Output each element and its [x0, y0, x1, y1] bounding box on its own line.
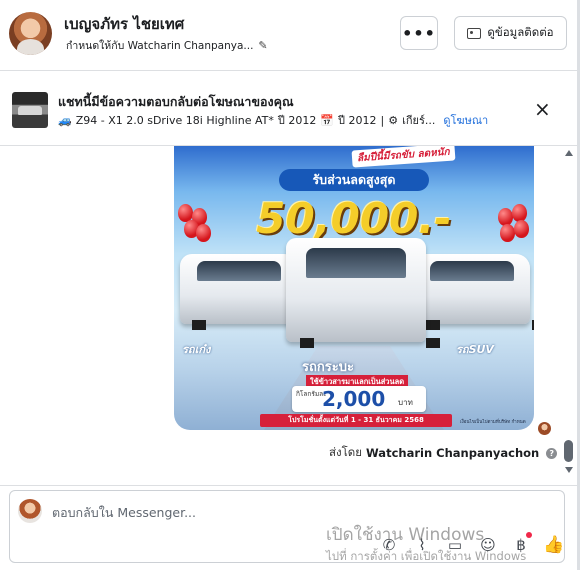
gear-icon: ⚙ [388, 113, 399, 127]
contact-name[interactable]: เบญจภัทร ไชยเทศ [64, 12, 184, 36]
seen-avatar [538, 422, 551, 435]
my-avatar [18, 499, 42, 523]
emoji-icon[interactable]: ☺ [477, 536, 499, 554]
price-unit: บาท [398, 398, 413, 407]
reply-input[interactable]: ตอบกลับใน Messenger... [52, 503, 196, 523]
ad-year-1: ปี 2012 [277, 114, 317, 127]
contact-card-icon [467, 27, 482, 39]
edit-pencil-icon[interactable]: ✎ [258, 39, 267, 52]
attachment-icon[interactable]: ⌇ [411, 536, 433, 554]
promo-ribbon: ลืมปีนี้มีรถขับ ลดหนัก [351, 146, 456, 168]
pickup-label: รถกระบะ [302, 360, 354, 375]
promo-fineprint: เงื่อนไขเป็นไปตามที่บริษัท กำหนด [460, 420, 526, 425]
thread-scrollbar[interactable] [562, 146, 576, 485]
ad-meta-line: 🚙 Z94 - X1 2.0 sDrive 18i Highline AT* ป… [58, 111, 488, 129]
close-banner-icon[interactable]: × [534, 99, 551, 119]
car-icon: 🚙 [58, 113, 72, 127]
view-contact-label: ดูข้อมูลติดต่อ [487, 25, 554, 39]
price-box: กิโลกรัมละ 2,000 บาท [292, 386, 426, 412]
assignment-line[interactable]: กำหนดให้กับ Watcharin Chanpanya... ✎ [66, 37, 268, 54]
ad-reply-banner: แชทนี้มีข้อความตอบกลับต่อโฆษณาของคุณ 🚙 Z… [0, 70, 577, 146]
sent-by-line: ส่งโดย Watcharin Chanpanyachon ? [329, 444, 558, 462]
ad-car-label: Z94 - X1 2.0 sDrive 18i Highline AT* [75, 113, 274, 127]
message-thread[interactable]: ลืมปีนี้มีรถขับ ลดหนัก รับส่วนลดสูงสุด 5… [0, 146, 577, 485]
sedan-car-image [180, 254, 315, 330]
ad-thumbnail[interactable] [12, 92, 48, 128]
payment-icon[interactable]: ฿ [510, 532, 532, 554]
pickup-truck-image [286, 238, 440, 348]
info-icon[interactable]: ? [546, 447, 558, 459]
ad-banner-title: แชทนี้มีข้อความตอบกลับต่อโฆษณาของคุณ [58, 94, 294, 109]
saved-reply-icon[interactable]: ▭ [444, 536, 466, 554]
sender-name[interactable]: Watcharin Chanpanyachon [366, 446, 539, 460]
separator: | [380, 113, 385, 127]
phone-icon[interactable]: ✆ [378, 536, 400, 554]
assigned-to-text: กำหนดให้กับ Watcharin Chanpanya... [66, 40, 254, 52]
promo-period-bar: โปรโมชั่นตั้งแต่วันที่ 1 - 31 ธันวาคม 25… [260, 414, 452, 427]
view-contact-button[interactable]: ดูข้อมูลติดต่อ [454, 16, 567, 50]
discount-amount: 50,000.- [256, 194, 452, 243]
sent-by-prefix: ส่งโดย [329, 445, 363, 459]
suv-car-image [414, 254, 534, 330]
scroll-thumb[interactable] [564, 440, 573, 462]
notification-dot [526, 532, 532, 538]
scroll-down-arrow-icon[interactable] [565, 467, 573, 473]
suv-label: รถSUV [456, 343, 494, 356]
like-icon[interactable]: 👍 [543, 535, 565, 555]
reply-composer[interactable]: ตอบกลับใน Messenger... ✆ ⌇ ▭ ☺ ฿ 👍 [9, 490, 565, 563]
more-options-button[interactable]: ••• [400, 16, 438, 50]
sedan-label: รถเก๋ง [182, 343, 211, 356]
composer-divider [0, 485, 577, 486]
view-ad-link[interactable]: ดูโฆษณา [443, 111, 488, 129]
promo-image-message[interactable]: ลืมปีนี้มีรถขับ ลดหนัก รับส่วนลดสูงสุด 5… [174, 146, 534, 430]
calendar-icon: 📅 [320, 113, 335, 127]
composer-toolbar: ✆ ⌇ ▭ ☺ ฿ 👍 [378, 532, 565, 555]
ad-year-2: ปี 2012 [338, 114, 377, 127]
ad-gear: เกียร์... [402, 114, 436, 127]
contact-avatar[interactable] [9, 12, 52, 55]
conversation-header: เบญจภัทร ไชยเทศ กำหนดให้กับ Watcharin Ch… [0, 0, 580, 70]
price-value: 2,000 [322, 387, 386, 411]
scroll-up-arrow-icon[interactable] [565, 150, 573, 156]
discount-label: รับส่วนลดสูงสุด [279, 169, 429, 191]
